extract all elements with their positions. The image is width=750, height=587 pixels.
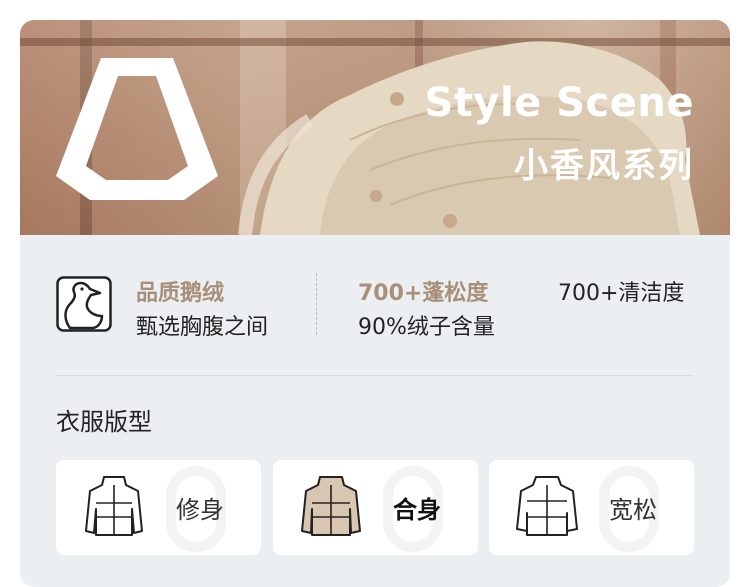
fit-option-loose[interactable]: 宽松 <box>489 460 694 555</box>
hero-title-zh: 小香风系列 <box>514 146 694 186</box>
slim-jacket-icon <box>85 476 143 536</box>
fit-option-regular[interactable]: 合身 <box>273 460 478 555</box>
fit-option-label: 修身 <box>176 496 224 524</box>
section-divider <box>56 375 694 376</box>
goose-icon <box>56 276 112 332</box>
feature-3-title: 700+清洁度 <box>558 281 685 306</box>
hero-title-en: Style Scene <box>424 80 694 126</box>
feature-1-subtitle: 甄选胸腹之间 <box>136 315 269 340</box>
loose-jacket-icon <box>516 476 578 536</box>
hero-banner: Style Scene 小香风系列 <box>20 20 730 235</box>
fit-option-label: 合身 <box>393 496 441 524</box>
fit-option-slim[interactable]: 修身 <box>56 460 261 555</box>
section-title: 衣服版型 <box>56 408 152 436</box>
regular-jacket-icon <box>301 476 361 536</box>
feature-divider <box>316 273 317 335</box>
brand-logo-icon <box>56 58 218 200</box>
product-card: Style Scene 小香风系列 品质鹅绒 甄选胸腹之间 700+蓬松度 90… <box>20 20 730 587</box>
feature-2-subtitle: 90%绒子含量 <box>358 315 495 340</box>
feature-2-title: 700+蓬松度 <box>358 281 489 306</box>
fit-option-label: 宽松 <box>609 496 657 524</box>
feature-1-title: 品质鹅绒 <box>136 281 225 306</box>
